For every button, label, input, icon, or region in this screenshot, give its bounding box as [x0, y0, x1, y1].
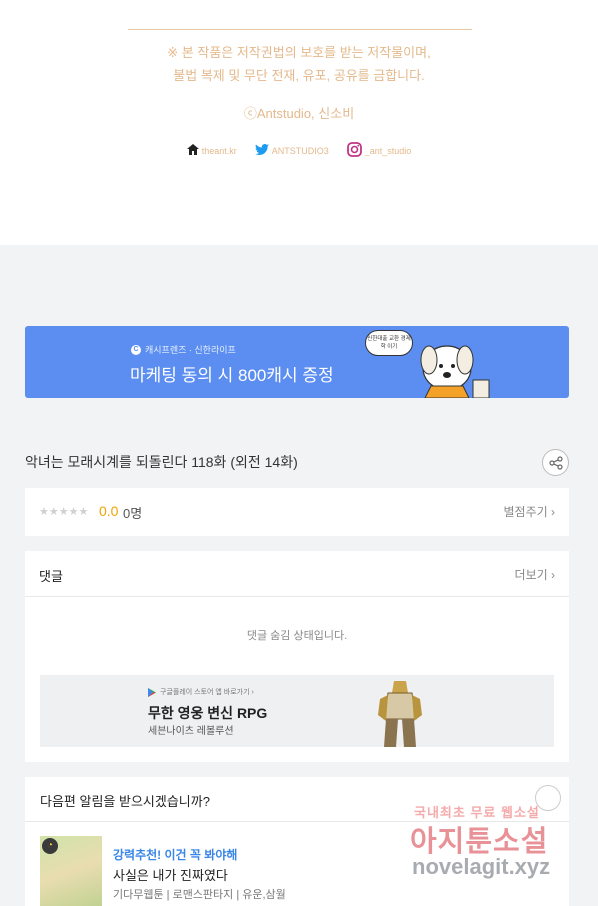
chevron-right-icon: › — [551, 505, 555, 519]
clock-icon: ◔ — [42, 838, 58, 854]
comments-card: 댓글 더보기 › 댓글 숨김 상태입니다. 구글플레이 스토어 앱 바로가기 ›… — [25, 551, 569, 762]
episode-title: 악녀는 모래시계를 되돌린다 118화 (외전 14화) — [25, 454, 298, 470]
ad-store-label: 구글플레이 스토어 앱 바로가기 › — [160, 689, 254, 696]
recommend-label: 강력추천! 이건 꼭 봐야해 — [113, 848, 238, 862]
knight-illustration — [378, 681, 422, 747]
book-title[interactable]: 사실은 내가 진짜였다 — [113, 865, 228, 884]
game-ad[interactable]: 구글플레이 스토어 앱 바로가기 › 무한 영웅 변신 RPG 세븐나이츠 레볼… — [40, 675, 554, 747]
book-thumbnail[interactable]: ◔ — [40, 836, 102, 906]
ad-title: 무한 영웅 변신 RPG — [148, 705, 268, 721]
watermark: 국내최초 무료 웹소설 아지툰소설 novelagit.xyz — [410, 798, 580, 888]
rating-stars: ★★★★★ — [39, 506, 89, 518]
comments-title: 댓글 — [39, 569, 63, 584]
social-label-twitter: ANTSTUDIO3 — [271, 145, 329, 156]
book-meta: 기다무웹툰 | 로맨스판타지 | 유운,삼월 — [113, 889, 286, 901]
home-icon — [186, 144, 199, 157]
rate-button-label: 별점주기 — [503, 505, 548, 519]
instagram-icon — [346, 142, 362, 159]
social-label-instagram: _ant_studio — [364, 145, 412, 156]
social-links: theant.kr ANTSTUDIO3 _ant_studio — [0, 142, 598, 159]
rating-count: 0명 — [123, 506, 143, 521]
share-button[interactable] — [542, 449, 569, 476]
ad-subtitle: 세븐나이츠 레볼루션 — [148, 726, 234, 737]
next-episode-question: 다음편 알림을 받으시겠습니까? — [40, 794, 210, 809]
rate-button[interactable]: 별점주기 › — [503, 503, 555, 520]
copyright-section: ※ 본 작품은 저작권법의 보호를 받는 저작물이며, 불법 복제 및 무단 전… — [0, 0, 598, 245]
banner-title: 마케팅 동의 시 800캐시 증정 — [130, 366, 334, 385]
copyright-credit: ⓒAntstudio, 신소비 — [243, 106, 355, 121]
promo-banner[interactable]: C 캐시프렌즈 · 신한라이프 마케팅 동의 시 800캐시 증정 신한대출 교… — [25, 326, 569, 398]
speech-bubble: 신한대출 교환 경제학 이기 — [365, 330, 413, 356]
google-play-icon — [148, 687, 156, 697]
rating-card: ★★★★★ 0.0 0명 별점주기 › — [25, 488, 569, 536]
copyright-notice-line1: ※ 본 작품은 저작권법의 보호를 받는 저작물이며, — [167, 45, 431, 60]
copyright-notice-line2: 불법 복제 및 무단 전재, 유포, 공유를 금합니다. — [173, 68, 425, 83]
share-icon — [548, 455, 563, 470]
twitter-icon — [254, 144, 269, 157]
banner-sub: C 캐시프렌즈 · 신한라이프 — [131, 343, 236, 356]
social-link-home[interactable]: theant.kr — [186, 144, 237, 157]
comments-more-link[interactable]: 더보기 › — [515, 566, 555, 583]
chevron-right-icon: › — [551, 568, 555, 582]
cash-icon: C — [131, 344, 141, 355]
social-link-instagram[interactable]: _ant_studio — [346, 142, 412, 159]
comments-hidden-message: 댓글 숨김 상태입니다. — [246, 630, 348, 642]
social-label-home: theant.kr — [201, 145, 237, 156]
comments-more-label: 더보기 — [514, 568, 548, 582]
rating-score: 0.0 — [99, 503, 119, 519]
comments-header: 댓글 더보기 › — [25, 551, 569, 597]
banner-sub-label: 캐시프렌즈 · 신한라이프 — [145, 345, 236, 355]
watermark-line3: novelagit.xyz — [412, 854, 551, 879]
divider — [128, 29, 472, 30]
social-link-twitter[interactable]: ANTSTUDIO3 — [254, 144, 329, 157]
ad-store-link[interactable]: 구글플레이 스토어 앱 바로가기 › — [148, 687, 254, 697]
